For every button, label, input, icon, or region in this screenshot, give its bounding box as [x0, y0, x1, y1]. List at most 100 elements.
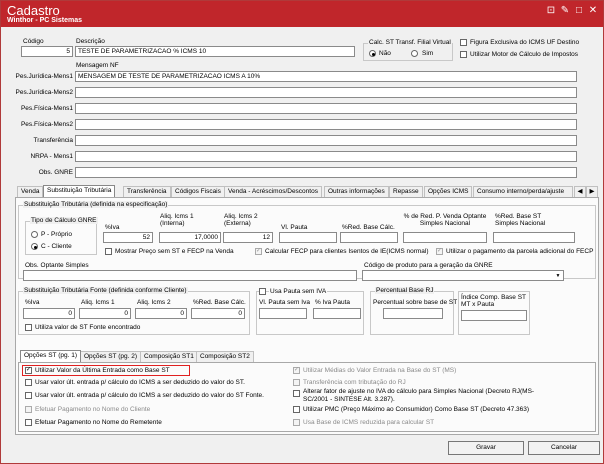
msg-label-6: NRPA - Mens1	[30, 153, 73, 160]
utilizar-stf-checkbox[interactable]	[25, 324, 32, 331]
msg-input-1[interactable]: MENSAGEM DE TESTE DE PARAMETRIZACAO ICMS…	[75, 71, 577, 82]
figura-exclusiva-checkbox[interactable]	[460, 39, 467, 46]
tab-outras-informacoes[interactable]: Outras informações	[324, 186, 389, 197]
option-right-5-checkbox[interactable]	[293, 419, 300, 426]
st-vl-pauta-label: Vl. Pauta	[281, 224, 308, 231]
restore-icon[interactable]: ⊡	[545, 5, 557, 17]
tab-substituicao-tributaria[interactable]: Substituição Tributária	[43, 185, 116, 197]
st-red-base-st-label: %Red. Base ST Simples Nacional	[495, 213, 546, 227]
option-left-4-checkbox[interactable]	[25, 406, 32, 413]
cancelar-button[interactable]: Cancelar	[528, 441, 600, 455]
calc-st-sim-radio[interactable]	[411, 50, 418, 57]
perc-base-rj-input[interactable]	[383, 308, 443, 319]
indice-group: Índice Comp. Base ST MT x Pauta	[458, 291, 530, 335]
msg-input-7[interactable]	[75, 167, 577, 178]
option-right-5-label: Usa Base de ICMS reduzida para calcular …	[303, 419, 435, 426]
option-left-5-checkbox[interactable]	[25, 419, 32, 426]
st-red-base-st-input[interactable]	[493, 232, 575, 243]
usa-pauta-label: Usa Pauta sem IVA	[269, 288, 328, 295]
codigo-produto-label: Código de produto para a geração da GNRE	[364, 262, 493, 269]
option-right-4-label: Utilizar PMC (Preço Máximo ao Consumidor…	[303, 406, 530, 413]
subtab-opcoes-st-2[interactable]: Opções ST (pg. 2)	[80, 351, 141, 362]
option-right-3-checkbox[interactable]	[293, 390, 300, 397]
descricao-label: Descrição	[76, 38, 105, 45]
stf-red-base-label: %Red. Base Cálc.	[193, 299, 246, 306]
mostrar-preco-checkbox[interactable]	[105, 248, 112, 255]
mostrar-preco-label: Mostrar Preço sem ST e FECP na Venda	[115, 248, 234, 255]
utilizar-pagamento-label: Utilizar o pagamento da parcela adiciona…	[446, 248, 594, 255]
calcular-fecp-label: Calcular FECP para clientes Isentos de I…	[265, 248, 429, 255]
tab-codigos-fiscais[interactable]: Códigos Fiscais	[171, 186, 225, 197]
subtab-composicao-st1[interactable]: Composição ST1	[140, 351, 198, 362]
stf-aliq2-label: Aliq. Icms 2	[137, 299, 171, 306]
codigo-produto-select[interactable]: ▼	[362, 270, 564, 281]
msg-label-4: Pes.Física-Mens2	[20, 121, 73, 128]
descricao-input[interactable]: TESTE DE PARAMETRIZACAO % ICMS 10	[75, 46, 355, 57]
utilizar-motor-checkbox[interactable]	[460, 51, 467, 58]
window-title: Cadastro	[7, 3, 60, 18]
obs-optante-input[interactable]	[23, 270, 357, 281]
close-icon[interactable]: ✕	[587, 5, 599, 17]
stf-iva-label: %Iva	[25, 299, 40, 306]
option-right-2-label: Transferência com tributação do RJ	[303, 379, 406, 386]
subtab-composicao-st2[interactable]: Composição ST2	[196, 351, 254, 362]
stf-iva-input[interactable]: 0	[23, 308, 75, 319]
usa-pauta-checkbox[interactable]	[259, 288, 266, 295]
tab-venda[interactable]: Venda	[17, 186, 44, 197]
msg-input-2[interactable]	[75, 87, 577, 98]
msg-input-5[interactable]	[75, 135, 577, 146]
msg-input-4[interactable]	[75, 119, 577, 130]
iva-pauta-input[interactable]	[313, 308, 361, 319]
option-left-2-checkbox[interactable]	[25, 379, 32, 386]
tab-transferencia[interactable]: Transferência	[123, 186, 171, 197]
tab-scroll-left-icon[interactable]: ◀	[574, 186, 586, 197]
calcular-fecp-checkbox[interactable]: ✓	[255, 248, 262, 255]
stf-red-base-input[interactable]: 0	[191, 308, 245, 319]
codigo-input[interactable]: 5	[21, 46, 73, 57]
mensagem-nf-label: Mensagem NF	[76, 62, 119, 69]
st-red-p-venda-input[interactable]	[403, 232, 487, 243]
maximize-icon[interactable]: □	[573, 5, 585, 17]
st-aliq2-input[interactable]: 12	[223, 232, 273, 243]
utilizar-pagamento-checkbox[interactable]: ✓	[436, 248, 443, 255]
stf-aliq2-input[interactable]: 0	[135, 308, 187, 319]
option-left-1-checkbox[interactable]: ✓	[25, 367, 32, 374]
dropdown-arrow-icon: ▼	[555, 273, 561, 279]
option-right-1-checkbox[interactable]: ✓	[293, 367, 300, 374]
option-right-4-checkbox[interactable]	[293, 406, 300, 413]
subtab-panel: ✓ Utilizar Valor da Última Entrada como …	[18, 362, 596, 432]
calc-st-nao-label: Não	[379, 50, 391, 57]
st-red-base-input[interactable]	[340, 232, 398, 243]
msg-input-6[interactable]	[75, 151, 577, 162]
st-vl-pauta-input[interactable]	[279, 232, 337, 243]
tab-repasse[interactable]: Repasse	[389, 186, 423, 197]
option-left-5-label: Efetuar Pagamento no Nome do Remetente	[35, 419, 162, 426]
gravar-button[interactable]: Gravar	[448, 441, 524, 455]
tab-opcoes-icms[interactable]: Opções ICMS	[424, 186, 473, 197]
option-left-3-checkbox[interactable]	[25, 392, 32, 399]
st-red-base-label: %Red. Base Cálc.	[342, 224, 395, 231]
tab-panel: Substituição Tributária (definida na esp…	[15, 197, 599, 435]
calc-st-nao-radio[interactable]	[369, 50, 376, 57]
subtab-opcoes-st-1[interactable]: Opções ST (pg. 1)	[20, 350, 81, 362]
edit-icon[interactable]: ✎	[559, 5, 571, 17]
calc-st-group: Calc. ST Transf. Filial Virtual Não Sim	[363, 39, 453, 61]
tipo-c-radio[interactable]	[31, 243, 38, 250]
tipo-p-radio[interactable]	[31, 231, 38, 238]
st-group: Substituição Tributária (definida na esp…	[18, 201, 596, 281]
codigo-label: Código	[23, 38, 44, 45]
tab-consumo-interno[interactable]: Consumo interno/perda/ajuste	[473, 186, 573, 197]
indice-input[interactable]	[461, 310, 527, 321]
vl-pauta-sem-iva-input[interactable]	[259, 308, 307, 319]
stf-aliq1-input[interactable]: 0	[79, 308, 131, 319]
tab-venda-acrescimos[interactable]: Venda - Acréscimos/Descontos	[224, 186, 322, 197]
st-iva-input[interactable]: 52	[103, 232, 153, 243]
tab-scroll-right-icon[interactable]: ▶	[586, 186, 598, 197]
option-right-2-checkbox[interactable]	[293, 379, 300, 386]
msg-input-3[interactable]	[75, 103, 577, 114]
st-iva-label: %Iva	[105, 224, 120, 231]
calc-st-sim-label: Sim	[422, 50, 434, 57]
st-aliq1-input[interactable]: 17,0000	[159, 232, 221, 243]
pauta-sem-iva-group: Usa Pauta sem IVA Vl. Pauta sem Iva % Iv…	[256, 288, 364, 335]
option-left-3-label: Usar valor últ. entrada p/ cálculo do IC…	[35, 392, 264, 399]
